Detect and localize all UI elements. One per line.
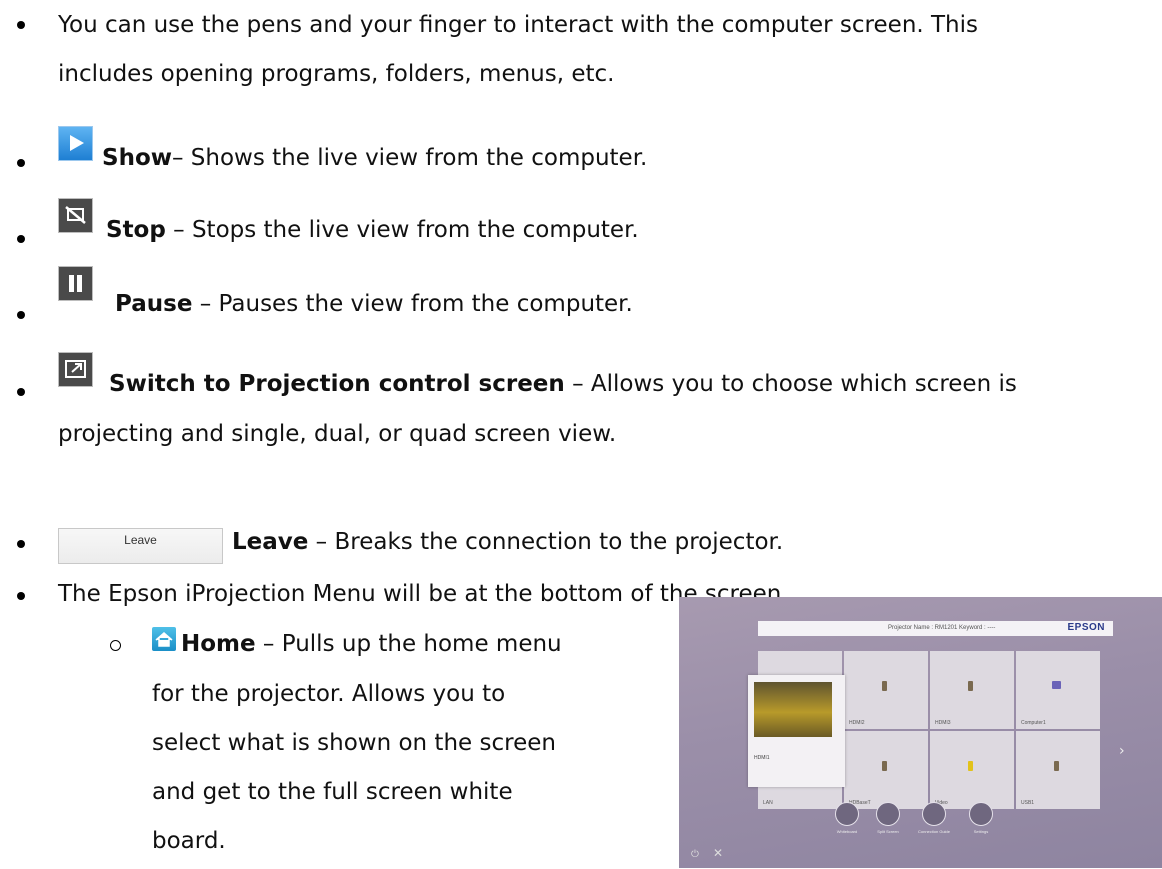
usb-plug-icon <box>1054 761 1059 771</box>
show-desc: – Shows the live view from the computer. <box>172 145 648 171</box>
leave-item: Leave – Breaks the connection to the pro… <box>232 528 783 556</box>
preview-image <box>754 682 832 737</box>
switch-desc-2: projecting and single, dual, or quad scr… <box>58 421 617 447</box>
leave-desc: – Breaks the connection to the projector… <box>308 529 784 555</box>
power-icon: ⏻ <box>691 849 699 860</box>
vga-plug-icon <box>1052 681 1061 689</box>
hdbaset-plug-icon <box>882 761 887 771</box>
stop-icon <box>58 198 93 233</box>
show-item: Show– Shows the live view from the compu… <box>102 144 647 172</box>
source-tile: HDBaseT <box>844 731 928 809</box>
hdmi1-preview: HDMI1 <box>748 675 845 787</box>
source-tile: Computer1 <box>1016 651 1100 729</box>
intro-line-1: You can use the pens and your finger to … <box>58 12 979 38</box>
bullet <box>17 311 25 319</box>
preview-label: HDMI1 <box>754 755 770 761</box>
home-line-3: select what is shown on the screen <box>152 730 556 756</box>
home-line-2: for the projector. Allows you to <box>152 681 506 707</box>
sub-bullet <box>110 640 121 651</box>
home-line-5: board. <box>152 828 226 854</box>
show-label: Show <box>102 145 172 171</box>
intro-line-2: includes opening programs, folders, menu… <box>58 61 615 87</box>
home-desc: – Pulls up the home menu <box>255 631 562 657</box>
epson-logo: EPSON <box>1067 622 1105 633</box>
projector-home-photo: Projector Name : RM1201 Keyword : ---- E… <box>679 597 1162 868</box>
home-line-1: Home – Pulls up the home menu <box>181 630 562 658</box>
leave-button: Leave <box>58 528 223 564</box>
tile-label: Computer1 <box>1021 720 1046 726</box>
source-tile: HDMI3 <box>930 651 1014 729</box>
bullet <box>17 540 25 548</box>
tile-label: LAN <box>763 800 773 806</box>
connection-guide-icon <box>922 802 946 826</box>
dock-label: Connection Guide <box>917 829 951 834</box>
hdmi-plug-icon <box>968 681 973 691</box>
bullet <box>17 235 25 243</box>
stop-label: Stop <box>106 217 166 243</box>
stop-item: Stop – Stops the live view from the comp… <box>106 216 639 244</box>
switch-label: Switch to Projection control screen <box>109 371 565 397</box>
source-tile: Video <box>930 731 1014 809</box>
projector-name: Projector Name : RM1201 Keyword : ---- <box>888 625 996 631</box>
tile-label: USB1 <box>1021 800 1035 806</box>
source-tile: USB1 <box>1016 731 1100 809</box>
settings-icon <box>969 802 993 826</box>
pause-desc: – Pauses the view from the computer. <box>192 291 633 317</box>
home-glyph <box>155 632 173 647</box>
switch-glyph <box>65 360 86 378</box>
pause-label: Pause <box>115 291 193 317</box>
bullet <box>17 592 25 600</box>
show-icon <box>58 126 93 161</box>
bullet <box>17 159 25 167</box>
tile-label: HDMI2 <box>849 720 865 726</box>
home-label: Home <box>181 631 256 657</box>
home-icon <box>152 627 176 651</box>
projector-name-bar: Projector Name : RM1201 Keyword : ---- E… <box>758 621 1113 636</box>
close-icon: ✕ <box>713 846 724 860</box>
video-plug-icon <box>968 761 973 771</box>
dock-label: Split Screen <box>877 829 899 834</box>
source-tile: HDMI2 <box>844 651 928 729</box>
dock-label: Settings <box>973 829 989 834</box>
switch-item: Switch to Projection control screen – Al… <box>109 370 1017 398</box>
next-arrow-icon: › <box>1119 743 1125 759</box>
pause-item: Pause – Pauses the view from the compute… <box>115 290 633 318</box>
switch-desc: – Allows you to choose which screen is <box>564 371 1017 397</box>
whiteboard-icon <box>835 802 859 826</box>
tile-label: HDMI3 <box>935 720 951 726</box>
pause-icon <box>58 266 93 301</box>
stop-glyph <box>65 206 86 224</box>
bullet <box>17 388 25 396</box>
hdmi-plug-icon <box>882 681 887 691</box>
stop-desc: – Stops the live view from the computer. <box>165 217 639 243</box>
home-line-4: and get to the full screen white <box>152 779 513 805</box>
split-screen-icon <box>876 802 900 826</box>
leave-label: Leave <box>232 529 309 555</box>
bullet <box>17 21 25 29</box>
switch-screen-icon <box>58 352 93 387</box>
